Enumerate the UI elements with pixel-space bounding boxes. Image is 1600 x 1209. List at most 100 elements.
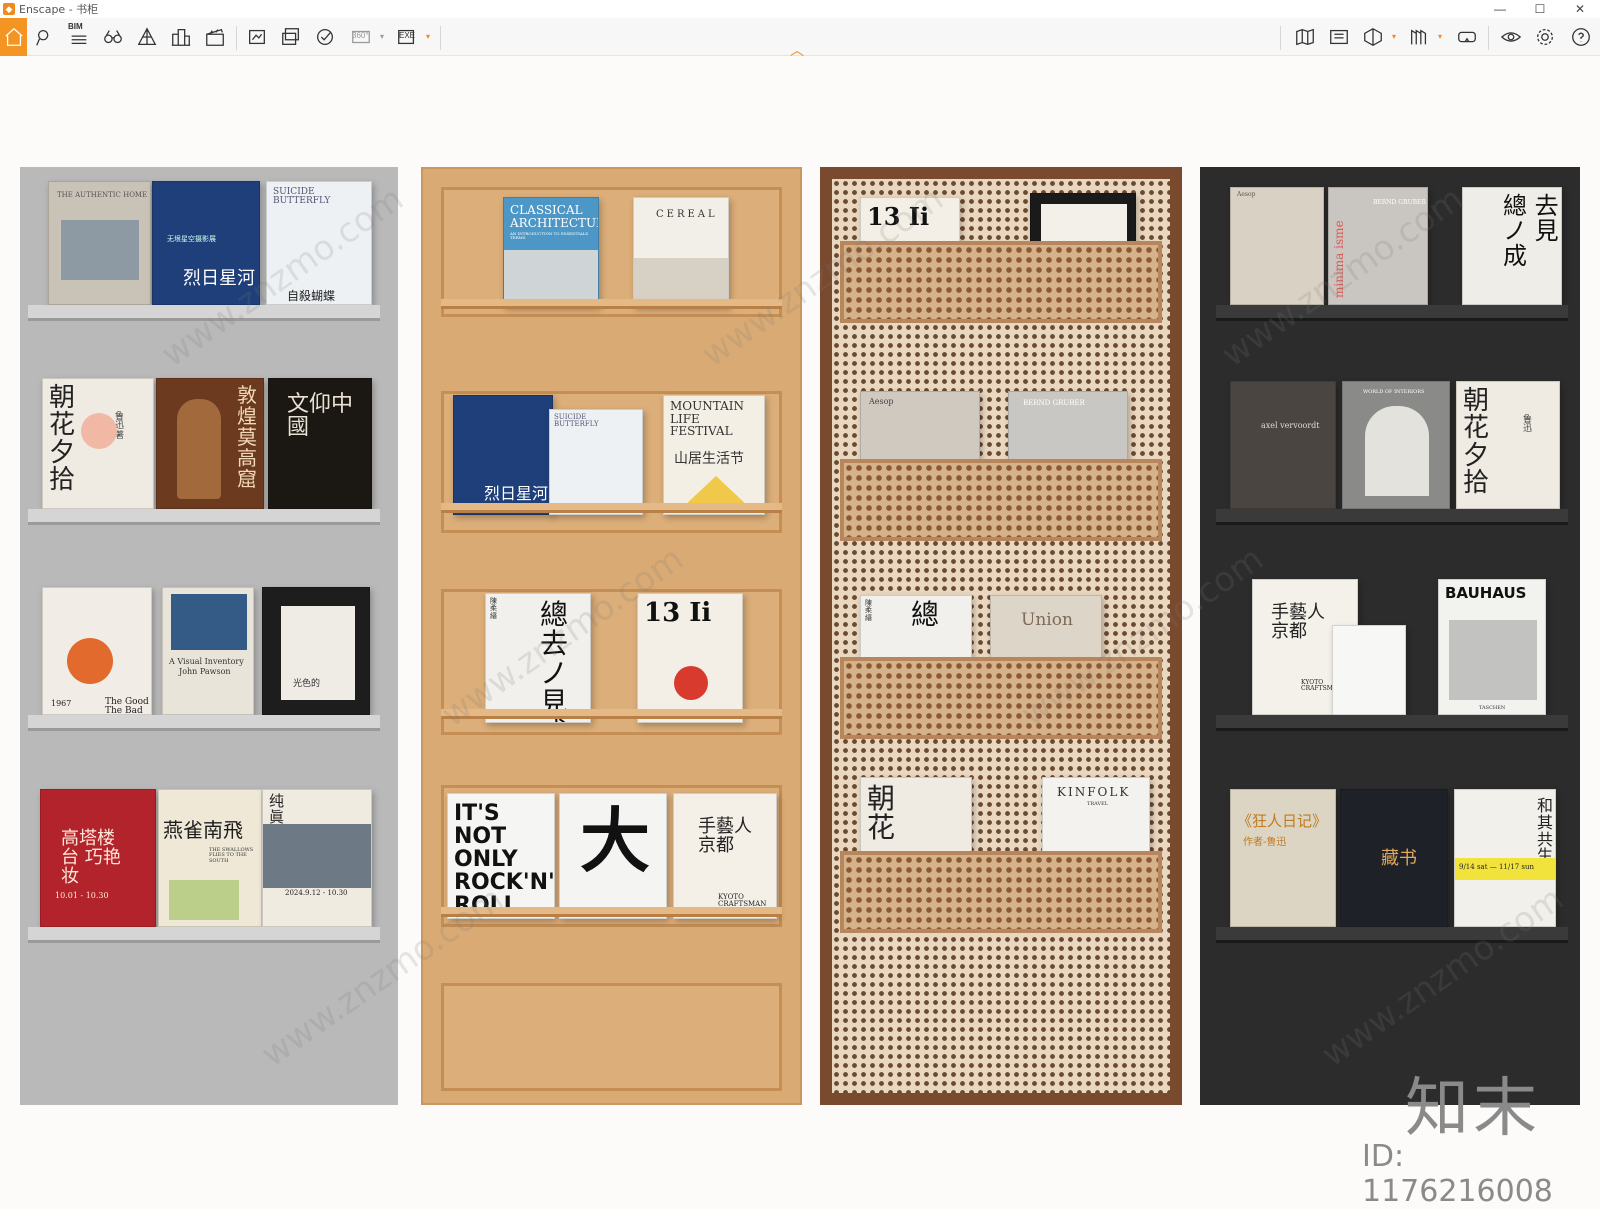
book-cover: minima isme BERND GRUBER bbox=[1328, 187, 1428, 305]
shelf-ledge bbox=[441, 299, 782, 309]
batch-render-icon[interactable] bbox=[276, 21, 306, 53]
window-title: Enscape - 书柜 bbox=[19, 3, 99, 16]
book-cover: 大 bbox=[559, 793, 667, 919]
title-bar: ◆ Enscape - 书柜 — ☐ ✕ bbox=[0, 0, 1600, 18]
views-icon[interactable] bbox=[1404, 21, 1434, 53]
panorama-360-icon[interactable]: 360° bbox=[346, 21, 376, 53]
binoculars-icon[interactable] bbox=[98, 21, 128, 53]
rattan-shelf: 13 Ii Aesop BERND GRUBER 總陳柔縉 Union 朝 花 … bbox=[820, 167, 1182, 1105]
book-cover: 敦煌莫高窟 bbox=[156, 378, 264, 509]
rattan-basket bbox=[840, 851, 1162, 933]
book-cover: 1967 The Good The Bad bbox=[42, 587, 152, 715]
help-icon[interactable] bbox=[1566, 21, 1596, 53]
book-cover bbox=[1332, 625, 1406, 715]
chevron-down-icon[interactable]: ▾ bbox=[1392, 32, 1396, 41]
wood-shelf: CLASSICAL ARCHITECTUREAN INTRODUCTION TO… bbox=[421, 167, 802, 1105]
enscape-logo-icon: ◆ bbox=[3, 3, 15, 15]
toolbar-divider bbox=[440, 26, 441, 50]
book-cover: IT'S NOT ONLY ROCK'N' ROLL BABY! bbox=[447, 793, 555, 919]
render-viewport[interactable]: THE AUTHENTIC HOME 无垠星空摄影展 烈日星河 SUICIDE B… bbox=[0, 57, 1600, 1209]
book-cover: THE AUTHENTIC HOME bbox=[48, 181, 151, 305]
book-cover: 纯 眞 詩 心2024.9.12 - 10.30 bbox=[262, 789, 372, 927]
shelf-compartment bbox=[441, 983, 782, 1091]
settings-icon[interactable] bbox=[1530, 21, 1560, 53]
book-cover: WORLD OF INTERIORS bbox=[1342, 381, 1450, 509]
book-cover: 總 去ノ 見 成陳 柔 縉 bbox=[485, 593, 591, 723]
book-cover: CEREAL bbox=[633, 197, 729, 307]
book-cover: BAUHAUS TASCHEN bbox=[1438, 579, 1546, 715]
brand-mark: 知末 bbox=[1405, 1072, 1541, 1146]
chevron-down-icon[interactable]: ▾ bbox=[1438, 32, 1442, 41]
shelf-ledge bbox=[28, 927, 380, 943]
shelf-ledge bbox=[441, 907, 782, 917]
dark-shelf: Aesop minima isme BERND GRUBER 總 去ノ 見 成 a… bbox=[1200, 167, 1580, 1105]
book-cover: 文仰中國 bbox=[268, 378, 372, 509]
shelf-ledge bbox=[28, 509, 380, 525]
book-cover: 朝 花 夕 拾鲁迅 著 bbox=[42, 378, 154, 509]
bim-list-icon[interactable]: BIM bbox=[64, 21, 94, 53]
book-cover: Aesop bbox=[1230, 187, 1324, 305]
rattan-basket bbox=[840, 459, 1162, 541]
book-cover: 朝 花 夕 拾鲁迅 bbox=[1456, 381, 1560, 509]
home-icon[interactable] bbox=[0, 18, 27, 56]
toolbar: BIM 360° ▾ EXE ▾ ︿ ▾ ▾ bbox=[0, 18, 1600, 58]
grey-shelf: THE AUTHENTIC HOME 无垠星空摄影展 烈日星河 SUICIDE B… bbox=[20, 167, 398, 1105]
toolbar-divider bbox=[1280, 26, 1281, 50]
chevron-down-icon[interactable]: ▾ bbox=[380, 32, 384, 41]
buildings-icon[interactable] bbox=[166, 21, 196, 53]
book-cover: 手藝人 京都 KYOTO CRAFTSMAN bbox=[673, 793, 777, 919]
shelf-ledge bbox=[441, 709, 782, 719]
window-controls: — ☐ ✕ bbox=[1480, 0, 1600, 18]
shelf-ledge bbox=[1216, 927, 1568, 943]
book-cover: 光色的 bbox=[262, 587, 370, 715]
book-cover: 无垠星空摄影展 烈日星河 bbox=[152, 181, 260, 305]
book-cover: 朝 花 bbox=[860, 777, 972, 861]
exe-export-icon[interactable]: EXE bbox=[392, 21, 422, 53]
book-cover: 烈日星河 bbox=[453, 395, 553, 515]
toolbar-divider bbox=[1488, 26, 1489, 50]
book-cover: KINFOLK TRAVEL bbox=[1042, 777, 1150, 861]
book-cover: 和 其 共 生 9/14 sat — 11/17 sun bbox=[1454, 789, 1556, 927]
close-icon[interactable]: ✕ bbox=[1560, 0, 1600, 18]
book-cover: 《狂人日记》 作者-鲁迅 bbox=[1230, 789, 1336, 927]
shelf-ledge bbox=[1216, 305, 1568, 321]
shelf-ledge bbox=[28, 305, 380, 321]
maximize-icon[interactable]: ☐ bbox=[1520, 0, 1560, 18]
screenshot-icon[interactable] bbox=[242, 21, 272, 53]
section-icon[interactable] bbox=[1358, 21, 1388, 53]
book-cover: SUICIDE BUTTERFLY bbox=[549, 409, 643, 515]
book-cover: 高塔楼台 巧艳妆 10.01 - 10.30 bbox=[40, 789, 156, 927]
book-cover: Aesop bbox=[860, 391, 980, 469]
web-export-icon[interactable] bbox=[310, 21, 340, 53]
shelf-ledge bbox=[28, 715, 380, 731]
book-cover: 燕雀南飛 THE SWALLOWS FLIES TO THE SOUTH bbox=[158, 789, 262, 927]
minimize-icon[interactable]: — bbox=[1480, 0, 1520, 18]
book-cover: SUICIDE BUTTERFLY 自殺蝴蝶 bbox=[266, 181, 372, 305]
image-id-label: ID: 1176216008 bbox=[1362, 1139, 1553, 1209]
rattan-basket bbox=[840, 241, 1162, 323]
book-cover: BERND GRUBER bbox=[1008, 391, 1128, 469]
vr-headset-icon[interactable] bbox=[1452, 21, 1482, 53]
chevron-down-icon[interactable]: ▾ bbox=[426, 32, 430, 41]
location-pin-icon[interactable] bbox=[30, 21, 60, 53]
book-cover: MOUNTAIN LIFE FESTIVAL 山居生活节 bbox=[663, 395, 765, 515]
visibility-icon[interactable] bbox=[1496, 21, 1526, 53]
shelf-ledge bbox=[441, 503, 782, 513]
rattan-basket bbox=[840, 657, 1162, 739]
map-view-icon[interactable] bbox=[1290, 21, 1320, 53]
bim-label: BIM bbox=[68, 22, 83, 31]
book-cover: 總 去ノ 見 成 bbox=[1462, 187, 1562, 305]
book-cover: 13 Ii bbox=[637, 593, 743, 723]
book-cover: A Visual Inventory John Pawson bbox=[162, 587, 254, 715]
shelf-ledge bbox=[1216, 715, 1568, 731]
book-cover: axel vervoordt bbox=[1230, 381, 1336, 509]
panorama-label: 360° bbox=[352, 31, 369, 40]
clapper-icon[interactable] bbox=[200, 21, 230, 53]
shelf-ledge bbox=[1216, 509, 1568, 525]
book-cover: CLASSICAL ARCHITECTUREAN INTRODUCTION TO… bbox=[503, 197, 599, 307]
toolbar-divider bbox=[236, 26, 237, 50]
asset-library-icon[interactable] bbox=[1324, 21, 1354, 53]
shelf-compartment bbox=[441, 187, 782, 317]
exe-label: EXE bbox=[399, 31, 416, 40]
perspective-icon[interactable] bbox=[132, 21, 162, 53]
